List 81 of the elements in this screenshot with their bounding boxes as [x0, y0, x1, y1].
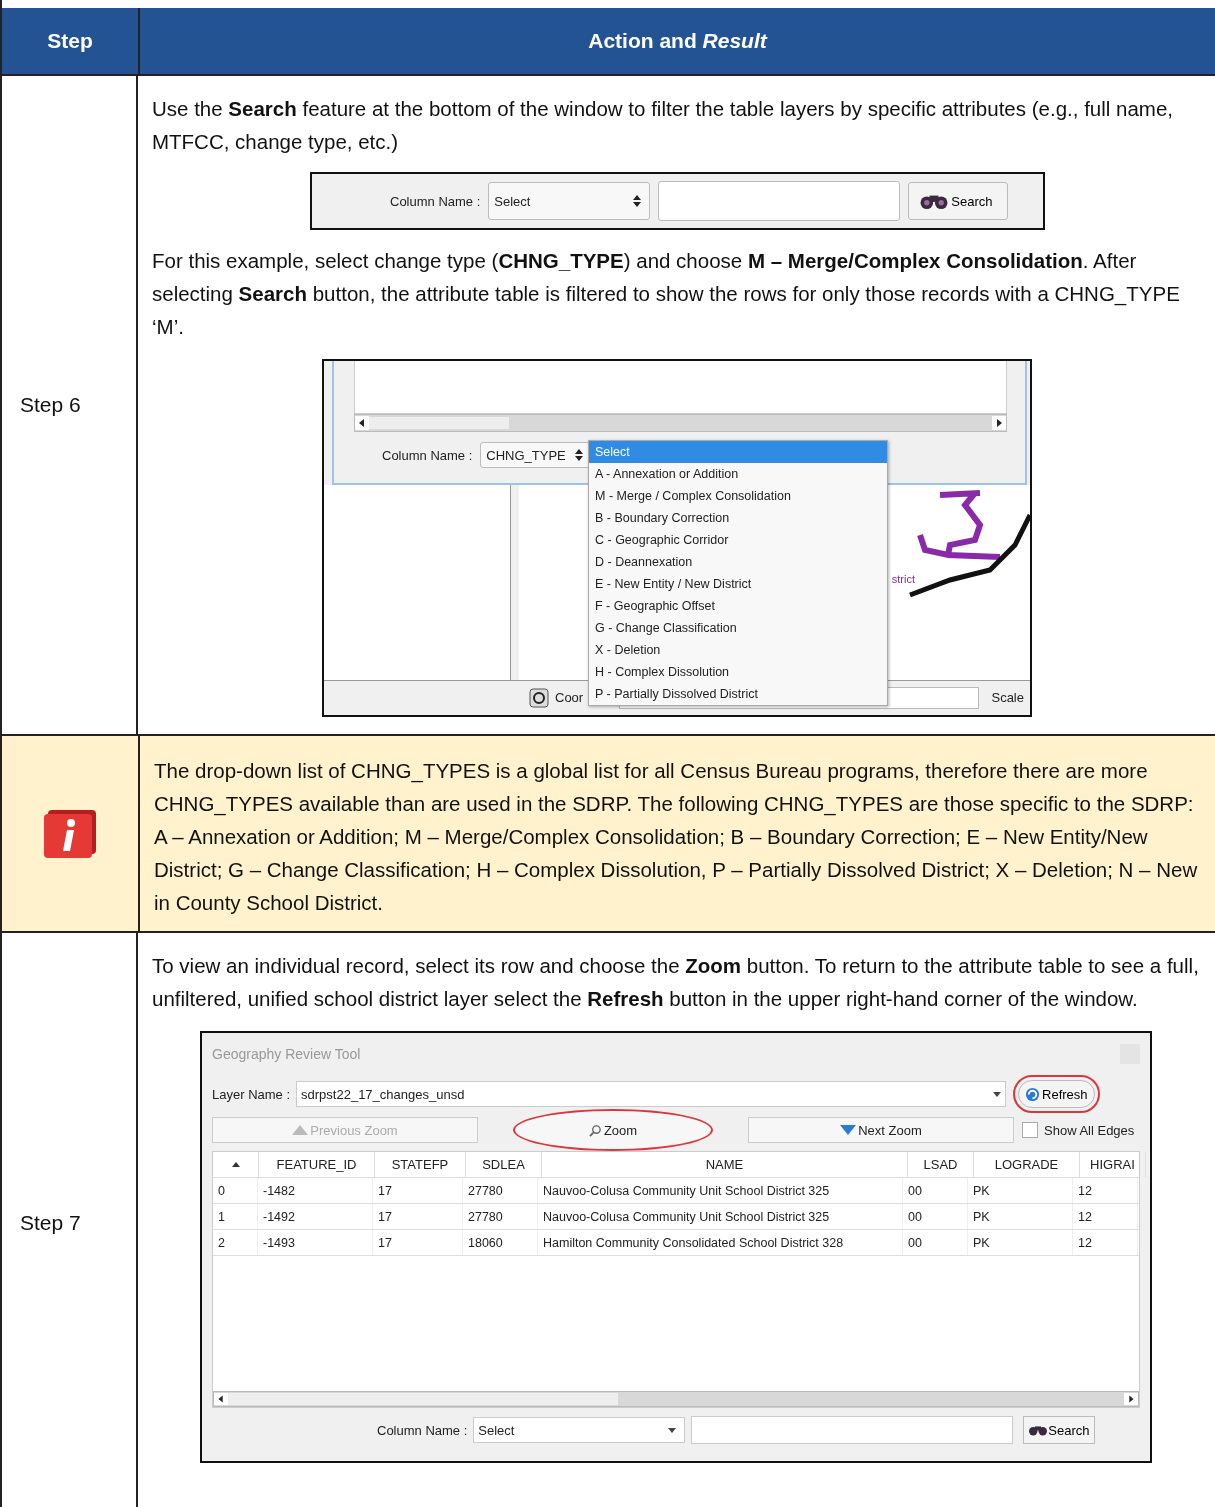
- table-cell: 12: [1073, 1230, 1138, 1255]
- note-text: The drop-down list of CHNG_TYPES is a global list for all Census Bureau programs, therefore there are more CHNG_TYPES available than are used in the SDRP. The following CHNG_TYPES are those specific to the SDRP: A – Annexation or Addition; M – Merge/Complex Consolidation; B – Boundary Correction; E – New Entity/New District; G – Change Classification; H – Complex Dissolution, P – Partially Dissolved District; X – Deletion; N – New in County School District.: [154, 758, 1199, 916]
- dropdown-option[interactable]: M - Merge / Complex Consolidation: [589, 485, 887, 507]
- table-cell: 17: [373, 1230, 463, 1255]
- table-cell: 12: [1073, 1178, 1138, 1203]
- caret-icon: [993, 1091, 1002, 1097]
- spinner-arrows-icon: [633, 195, 642, 207]
- table-cell: 17: [373, 1178, 463, 1203]
- field-label: Layer Name :: [212, 1086, 291, 1102]
- window-title: Geography Review Tool: [212, 1046, 361, 1062]
- dropdown-option[interactable]: F - Geographic Offset: [589, 595, 887, 617]
- field-label: Column Name :: [390, 193, 481, 209]
- column-header[interactable]: STATEFP: [375, 1152, 466, 1177]
- dropdown-option[interactable]: D - Deannexation: [589, 551, 887, 573]
- field-label: Column Name :: [377, 1422, 468, 1438]
- table-cell: 12: [1073, 1204, 1138, 1229]
- column-header[interactable]: SDLEA: [466, 1152, 542, 1177]
- column-header[interactable]: LSAD: [908, 1152, 974, 1177]
- map-label: strict: [891, 573, 915, 585]
- instruction-text: Use the Search feature at the bottom of the window to filter the table layers by specific attributes (e.g., full name, MTFCC, change type, etc.): [152, 96, 1174, 155]
- table-cell: 17: [373, 1204, 463, 1229]
- table-cell: 0: [213, 1178, 258, 1203]
- table-cell: 00: [903, 1178, 968, 1203]
- table-cell: PK: [968, 1230, 1073, 1255]
- column-select[interactable]: Select: [488, 182, 651, 220]
- table-cell: Hamilton Community Consolidated School District 328: [538, 1230, 903, 1255]
- show-all-edges-checkbox[interactable]: Show All Edges: [1022, 1122, 1135, 1138]
- caret-icon: [668, 1427, 677, 1433]
- field-label: Column Name :: [382, 447, 473, 463]
- table-cell: PK: [968, 1204, 1073, 1229]
- layer-select[interactable]: sdrpst22_17_changes_unsd: [296, 1081, 1007, 1107]
- magnifier-icon: [588, 1123, 602, 1137]
- sort-arrow-icon: [231, 1162, 240, 1167]
- table-cell: Nauvoo-Colusa Community Unit School District 325: [538, 1178, 903, 1203]
- search-input[interactable]: [658, 181, 901, 221]
- table-cell: -1492: [258, 1204, 373, 1229]
- table-cell: -1482: [258, 1178, 373, 1203]
- instruction-text: For this example, select change type (CHNG_TYPE) and choose M – Merge/Complex Consolidation. After selecting Search button, the attribute table is filtered to show the rows for only those records with a CHNG_TYPE ‘M’.: [152, 248, 1181, 340]
- table-cell: 27780: [463, 1178, 538, 1203]
- table-cell: 2: [213, 1230, 258, 1255]
- search-button[interactable]: Search: [908, 182, 1009, 220]
- column-header[interactable]: NAME: [542, 1152, 908, 1177]
- table-cell: -1493: [258, 1230, 373, 1255]
- column-select[interactable]: Select: [473, 1417, 686, 1443]
- search-button[interactable]: Search: [1023, 1416, 1095, 1444]
- column-header[interactable]: FEATURE_ID: [259, 1152, 375, 1177]
- zoom-nav-button[interactable]: Next Zoom: [748, 1117, 1014, 1143]
- table-cell: 18060: [463, 1230, 538, 1255]
- scroll-bar[interactable]: [213, 1391, 1139, 1407]
- dropdown-option[interactable]: C - Geographic Corridor: [589, 529, 887, 551]
- spinner-arrows-icon: [575, 449, 584, 461]
- table-cell: Nauvoo-Colusa Community Unit School District 325: [538, 1204, 903, 1229]
- search-input[interactable]: [691, 1416, 1014, 1444]
- refresh-icon: [1025, 1086, 1041, 1102]
- column-header[interactable]: HIGRAI: [1080, 1152, 1146, 1177]
- step-label: Step 7: [20, 1211, 81, 1235]
- dropdown-option[interactable]: E - New Entity / New District: [589, 573, 887, 595]
- column-header: Action and Result: [588, 29, 767, 53]
- dropdown-option[interactable]: B - Boundary Correction: [589, 507, 887, 529]
- table-cell: 00: [903, 1204, 968, 1229]
- dropdown-option[interactable]: X - Deletion: [589, 639, 887, 661]
- instruction-text: To view an individual record, select its row and choose the Zoom button. To return to the attribute table to see a full, unfiltered, unified school district layer select the Refresh button in the upper right-hand corner of the window.: [152, 953, 1200, 1012]
- step-label: Step 6: [20, 393, 81, 417]
- coordinate-label: Coor: [555, 690, 584, 705]
- up-triangle-icon: [292, 1125, 309, 1135]
- column-header: Step: [47, 29, 93, 53]
- scroll-bar[interactable]: [354, 414, 1007, 432]
- scale-label: Scale: [991, 690, 1025, 705]
- dropdown-option[interactable]: G - Change Classification: [589, 617, 887, 639]
- dropdown-option[interactable]: P - Partially Dissolved District: [589, 683, 887, 705]
- table-cell: 00: [903, 1230, 968, 1255]
- table-cell: PK: [968, 1178, 1073, 1203]
- table-cell: 1: [213, 1204, 258, 1229]
- zoom-nav-button[interactable]: Zoom: [513, 1109, 713, 1151]
- dropdown-option[interactable]: H - Complex Dissolution: [589, 661, 887, 683]
- cursor-icon: [529, 687, 549, 708]
- table-cell: 27780: [463, 1204, 538, 1229]
- down-triangle-icon: [840, 1125, 857, 1135]
- binoculars-icon: [1028, 1424, 1049, 1436]
- column-header[interactable]: LOGRADE: [974, 1152, 1080, 1177]
- dropdown-option[interactable]: Select: [589, 441, 887, 463]
